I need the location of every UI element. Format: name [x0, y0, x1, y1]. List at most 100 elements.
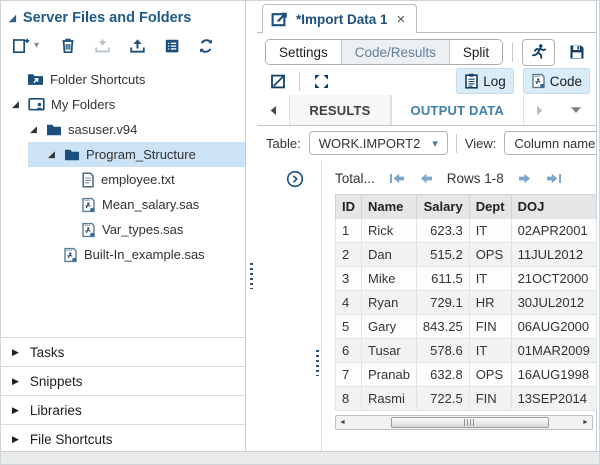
section-tasks[interactable]: ▶Tasks [1, 337, 245, 366]
column-header-doj[interactable]: DOJ [511, 195, 596, 219]
table-row[interactable]: 3Mike611.5IT21OCT2000 [336, 267, 597, 291]
table-cell: OPS [469, 243, 511, 267]
tree-item-my-folders[interactable]: ◢My Folders [1, 92, 245, 117]
server-files-header[interactable]: ◢ Server Files and Folders [1, 1, 245, 29]
next-page-button[interactable] [518, 172, 532, 185]
scroll-right-arrow-icon[interactable]: ► [579, 416, 592, 429]
scroll-tabs-right-button[interactable] [524, 95, 556, 125]
expand-columns-button[interactable] [285, 169, 305, 189]
scroll-tabs-left-button[interactable] [257, 95, 289, 125]
table-content: Total... Rows 1-8 IDNameSalaryDeptDOJ 1R… [322, 160, 596, 453]
tree-item-mean-salary-sas[interactable]: Mean_salary.sas [1, 192, 245, 217]
view-button-code-results[interactable]: Code/Results [341, 40, 449, 64]
table-cell: 722.5 [416, 387, 469, 411]
section-snippets[interactable]: ▶ Snippets [1, 366, 245, 395]
tree-item-sasuser-v94[interactable]: ◢sasuser.v94 [1, 117, 245, 142]
table-row[interactable]: 8Rasmi722.5FIN13SEP2014 [336, 387, 597, 411]
properties-button[interactable] [159, 35, 185, 57]
table-row[interactable]: 4Ryan729.1HR30JUL2012 [336, 291, 597, 315]
table-cell: 843.25 [416, 315, 469, 339]
expander-icon[interactable]: ◢ [45, 149, 58, 160]
sas-program-icon [81, 197, 96, 213]
section-libraries[interactable]: ▶Libraries [1, 395, 245, 424]
scroll-left-arrow-icon[interactable]: ◄ [336, 416, 349, 429]
log-button[interactable]: Log [456, 68, 514, 94]
chevron-down-icon [570, 106, 582, 114]
column-header-dept[interactable]: Dept [469, 195, 511, 219]
download-button[interactable] [89, 35, 116, 57]
table-row[interactable]: 2Dan515.2OPS11JUL2012 [336, 243, 597, 267]
chevron-right-icon: ▶ [12, 347, 19, 358]
refresh-button[interactable] [193, 35, 219, 57]
total-rows-label[interactable]: Total... [335, 171, 375, 186]
tab-list-dropdown[interactable] [556, 95, 596, 125]
first-page-icon [389, 172, 405, 185]
column-header-id[interactable]: ID [336, 195, 362, 219]
table-cell: Rick [362, 219, 417, 243]
delete-button[interactable] [55, 34, 81, 57]
run-button[interactable] [522, 39, 555, 66]
table-cell: 21OCT2000 [511, 267, 596, 291]
table-row[interactable]: 5Gary843.25FIN06AUG2000 [336, 315, 597, 339]
save-button[interactable] [564, 40, 590, 65]
columns-splitter-handle[interactable] [316, 350, 319, 376]
tab-output-data[interactable]: OUTPUT DATA [391, 95, 524, 125]
table-select-value: WORK.IMPORT2 [319, 136, 421, 151]
tree-item-built-in-example-sas[interactable]: Built-In_example.sas [1, 242, 245, 267]
upload-button[interactable] [124, 35, 151, 57]
server-files-title: Server Files and Folders [23, 10, 191, 26]
table-row[interactable]: 1Rick623.3IT02APR2001 [336, 219, 597, 243]
view-button-split[interactable]: Split [449, 40, 502, 64]
text-file-icon [81, 172, 95, 188]
clear-icon [270, 73, 287, 90]
maximize-button[interactable] [309, 70, 333, 92]
table-cell: 30JUL2012 [511, 291, 596, 315]
expander-icon[interactable]: ◢ [9, 99, 22, 110]
chevron-right-icon: ▶ [12, 405, 19, 416]
save-icon [569, 44, 585, 60]
last-page-button[interactable] [546, 172, 562, 185]
sas-studio-window: ◢ Server Files and Folders ▾ Folder Shor… [0, 0, 600, 465]
table-cell: Dan [362, 243, 417, 267]
download-icon [94, 38, 111, 54]
chevron-right-icon: ▶ [12, 376, 19, 387]
prev-page-button[interactable] [419, 172, 433, 185]
column-header-name[interactable]: Name [362, 195, 417, 219]
tree-item-var-types-sas[interactable]: Var_types.sas [1, 217, 245, 242]
view-label: View: [465, 136, 497, 151]
table-cell: 611.5 [416, 267, 469, 291]
section-file-shortcuts[interactable]: ▶File Shortcuts [1, 424, 245, 453]
tab-import-data-1[interactable]: *Import Data 1 × [262, 4, 417, 33]
table-cell: Gary [362, 315, 417, 339]
result-tab-bar: RESULTS OUTPUT DATA [257, 95, 596, 126]
view-select[interactable]: Column names [504, 131, 596, 155]
table-cell: Tusar [362, 339, 417, 363]
horizontal-scrollbar[interactable]: ◄ ► [335, 415, 593, 430]
tree-item-employee-txt[interactable]: employee.txt [1, 167, 245, 192]
close-icon[interactable]: × [395, 12, 408, 27]
first-page-button[interactable] [389, 172, 405, 185]
tab-title: *Import Data 1 [296, 12, 388, 27]
code-button[interactable]: Code [523, 68, 590, 94]
scrollbar-thumb[interactable] [391, 417, 549, 428]
expander-icon[interactable]: ◢ [27, 124, 40, 135]
table-selector-bar: Table: WORK.IMPORT2 ▾ View: Column names [257, 126, 596, 160]
code-icon [531, 73, 546, 89]
new-button[interactable]: ▾ [7, 34, 44, 57]
collapse-triangle-icon: ◢ [9, 13, 16, 24]
table-row[interactable]: 7Pranab632.8OPS16AUG1998 [336, 363, 597, 387]
table-cell: 8 [336, 387, 362, 411]
output-data-tab-label: OUTPUT DATA [411, 103, 504, 118]
view-button-settings[interactable]: Settings [266, 40, 341, 64]
table-cell: FIN [469, 387, 511, 411]
chevron-left-icon [268, 105, 278, 116]
tab-results[interactable]: RESULTS [289, 95, 390, 125]
tree-item-folder-shortcuts[interactable]: Folder Shortcuts [1, 67, 245, 92]
column-header-salary[interactable]: Salary [416, 195, 469, 219]
table-row[interactable]: 6Tusar578.6IT01MAR2009 [336, 339, 597, 363]
clear-button[interactable] [266, 70, 290, 92]
section-label: Snippets [30, 374, 83, 389]
tree-item-program-structure[interactable]: ◢Program_Structure [1, 142, 245, 167]
table-select[interactable]: WORK.IMPORT2 ▾ [309, 131, 448, 155]
panel-splitter-handle[interactable] [250, 263, 253, 289]
